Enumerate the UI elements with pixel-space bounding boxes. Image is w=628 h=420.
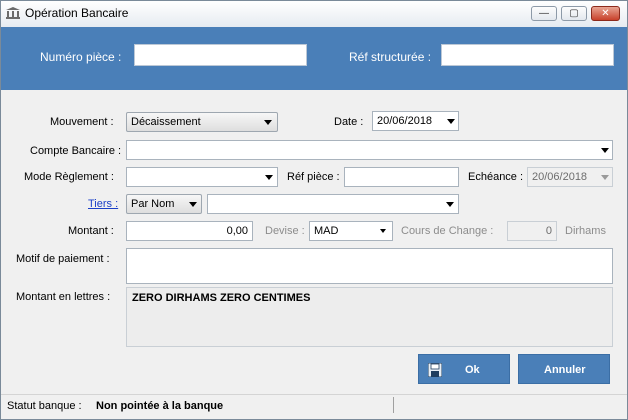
devise-value: MAD	[314, 225, 339, 237]
annuler-label: Annuler	[544, 364, 586, 376]
tiers-mode-value: Par Nom	[131, 198, 175, 210]
montant-input[interactable]: 0,00	[126, 221, 253, 241]
ok-button[interactable]: Ok	[418, 354, 510, 384]
tiers-mode-select[interactable]: Par Nom	[126, 194, 202, 214]
numero-piece-input[interactable]	[134, 44, 307, 66]
montant-en-lettres-box: ZERO DIRHAMS ZERO CENTIMES	[126, 287, 613, 347]
date-picker[interactable]: 20/06/2018	[372, 111, 459, 131]
mouvement-label: Mouvement :	[50, 116, 114, 128]
tiers-select[interactable]	[207, 194, 459, 214]
ok-label: Ok	[465, 364, 480, 376]
close-button[interactable]: ✕	[591, 6, 620, 21]
window-title: Opération Bancaire	[25, 6, 129, 20]
date-value: 20/06/2018	[377, 115, 433, 127]
devise-select[interactable]: MAD	[309, 221, 393, 241]
motif-paiement-textarea[interactable]	[126, 248, 613, 284]
chevron-down-icon	[265, 175, 273, 180]
maximize-button[interactable]: ▢	[561, 6, 587, 21]
motif-paiement-label: Motif de paiement :	[16, 253, 110, 265]
status-bar	[1, 394, 627, 419]
mode-reglement-select[interactable]	[126, 167, 278, 187]
dirhams-label: Dirhams	[565, 225, 606, 237]
compte-bancaire-select[interactable]	[126, 140, 613, 160]
montant-en-lettres-label: Montant en lettres :	[16, 291, 111, 303]
montant-label: Montant :	[68, 225, 114, 237]
chevron-down-icon	[380, 229, 386, 233]
ref-structuree-label: Réf structurée :	[349, 50, 432, 64]
save-icon	[428, 363, 442, 377]
ref-piece-input[interactable]	[344, 167, 459, 187]
statut-banque-label: Statut banque :	[7, 400, 82, 412]
mode-reglement-label: Mode Règlement :	[24, 171, 114, 183]
cours-de-change-input: 0	[507, 221, 557, 241]
bank-icon	[6, 7, 20, 19]
minimize-button[interactable]: —	[531, 6, 557, 21]
chevron-down-icon	[601, 175, 609, 180]
chevron-down-icon	[189, 202, 197, 207]
chevron-down-icon	[264, 120, 272, 125]
compte-bancaire-label: Compte Bancaire :	[30, 145, 122, 157]
echeance-label: Echéance :	[468, 171, 524, 183]
devise-label: Devise :	[265, 225, 305, 237]
chevron-down-icon	[601, 148, 609, 153]
annuler-button[interactable]: Annuler	[518, 354, 610, 384]
ref-piece-label: Réf pièce :	[287, 171, 340, 183]
echeance-picker: 20/06/2018	[527, 167, 613, 187]
tiers-link[interactable]: Tiers :	[88, 198, 118, 210]
chevron-down-icon	[446, 202, 454, 207]
ref-structuree-input[interactable]	[441, 44, 614, 66]
numero-piece-label: Numéro pièce :	[40, 50, 122, 64]
chevron-down-icon	[447, 119, 455, 124]
date-label: Date :	[334, 116, 364, 128]
cours-de-change-value: 0	[545, 225, 552, 237]
statut-banque-value: Non pointée à la banque	[96, 400, 224, 412]
cours-de-change-label: Cours de Change :	[401, 225, 494, 237]
echeance-value: 20/06/2018	[532, 171, 588, 183]
mouvement-value: Décaissement	[131, 116, 201, 128]
montant-en-lettres-value: ZERO DIRHAMS ZERO CENTIMES	[132, 292, 311, 304]
montant-value: 0,00	[226, 225, 248, 237]
mouvement-select[interactable]: Décaissement	[126, 112, 278, 132]
status-separator	[393, 397, 394, 413]
